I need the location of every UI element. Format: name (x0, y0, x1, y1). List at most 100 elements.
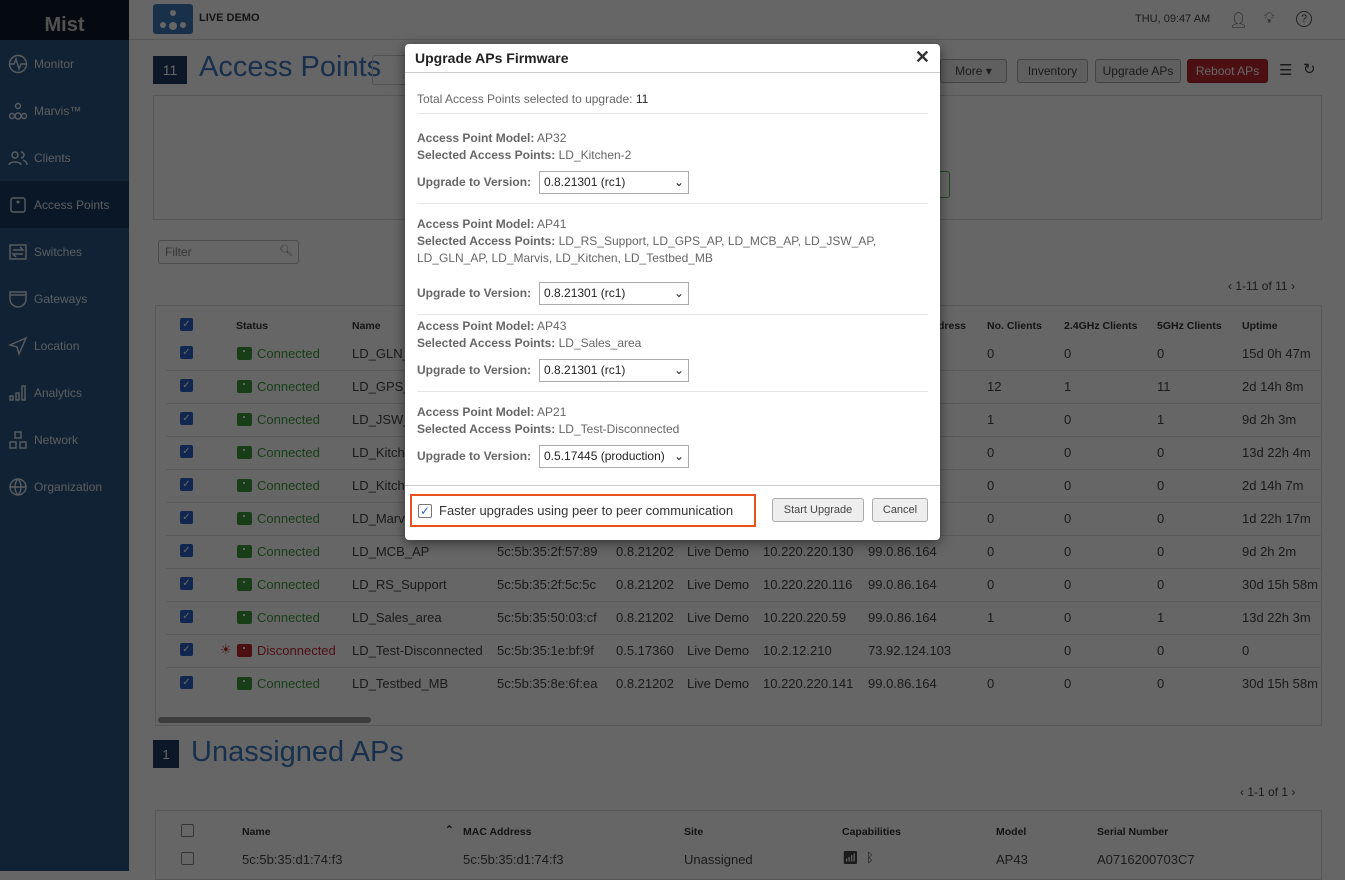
sidebar-item-switches[interactable]: Switches (0, 228, 129, 275)
ap-name[interactable]: LD_Testbed_MB (352, 676, 448, 691)
row-checkbox[interactable]: ✓ (180, 412, 193, 425)
sidebar-item-access-points[interactable]: Access Points (0, 181, 129, 228)
filter-input[interactable]: Filter 🔍︎ (158, 240, 299, 264)
clients-5ghz: 1 (1157, 412, 1165, 427)
column-settings-icon[interactable]: ☰ (1279, 61, 1292, 79)
datetime: THU, 09:47 AM (1135, 13, 1211, 25)
sidebar-item-analytics[interactable]: Analytics (0, 369, 129, 416)
select-all-checkbox[interactable]: ✓ (180, 318, 193, 331)
sidebar-item-location[interactable]: Location (0, 322, 129, 369)
row-checkbox[interactable]: ✓ (180, 643, 193, 656)
inventory-button[interactable]: Inventory (1017, 59, 1088, 83)
sidebar-item-marvis[interactable]: Marvis™ (0, 87, 129, 134)
horizontal-scrollbar[interactable] (158, 717, 371, 723)
ip-address: 10.2.12.210 (763, 643, 832, 658)
col-site[interactable]: Site (684, 826, 703, 838)
selected-aps-line: Selected Access Points: LD_Kitchen-2 (417, 147, 932, 164)
col-status[interactable]: Status (236, 320, 268, 332)
upgrade-aps-button[interactable]: Upgrade APs (1095, 59, 1181, 83)
divider (417, 113, 928, 114)
chevron-down-icon: ⌄ (673, 449, 684, 463)
network-icon (9, 430, 27, 449)
site-logo-icon[interactable] (153, 4, 193, 34)
clients-5ghz: 0 (1157, 577, 1165, 592)
ap-name[interactable]: LD_MCB_AP (352, 544, 429, 559)
external-ip: 99.0.86.164 (868, 610, 937, 625)
version-select[interactable]: 0.8.21301 (rc1) ⌄ (539, 171, 689, 194)
version-select[interactable]: 0.8.21301 (rc1) ⌄ (539, 359, 689, 382)
p2p-checkbox[interactable]: ✓ (418, 504, 432, 518)
ip-address: 10.220.220.59 (763, 610, 847, 625)
select-all-unassigned-checkbox[interactable] (181, 824, 194, 837)
row-checkbox[interactable]: ✓ (180, 379, 193, 392)
clients-5ghz: 0 (1157, 511, 1165, 526)
site-name[interactable]: LIVE DEMO (199, 12, 260, 24)
col-name[interactable]: Name (242, 826, 271, 838)
reboot-aps-button[interactable]: Reboot APs (1187, 59, 1268, 83)
lightbulb-icon[interactable]: 💡︎ (1264, 10, 1275, 27)
ap-pagination[interactable]: ‹ 1-11 of 11 › (1228, 279, 1295, 293)
sidebar: Mist Monitor Marvis™ Clients Access Points S… (0, 0, 129, 871)
col-name[interactable]: Name (352, 320, 381, 332)
row-checkbox[interactable]: ✓ (180, 346, 193, 359)
uptime: 15d 0h 47m (1242, 346, 1311, 361)
sidebar-item-organization[interactable]: Organization (0, 463, 129, 510)
p2p-label[interactable]: Faster upgrades using peer to peer commu… (439, 503, 733, 518)
sidebar-item-monitor[interactable]: Monitor (0, 40, 129, 87)
ip-address: 10.220.220.116 (763, 577, 853, 592)
ap-model-line: Access Point Model: AP41 (417, 216, 932, 233)
row-divider (166, 667, 1322, 668)
unassigned-count-badge: 1 (153, 740, 179, 768)
uptime: 30d 15h 58m (1242, 577, 1318, 592)
sort-icon[interactable]: ⌃ (445, 824, 454, 836)
row-checkbox[interactable]: ✓ (180, 511, 193, 524)
sidebar-item-label: Location (34, 338, 80, 353)
sidebar-item-gateways[interactable]: Gateways (0, 275, 129, 322)
more-dropdown[interactable]: More ▾ (940, 59, 1007, 83)
ip-address: 10.220.220.141 (763, 676, 854, 691)
sidebar-item-network[interactable]: Network (0, 416, 129, 463)
ap-name[interactable]: LD_RS_Support (352, 577, 447, 592)
row-checkbox[interactable]: ✓ (180, 577, 193, 590)
version-select[interactable]: 0.8.21301 (rc1) ⌄ (539, 282, 689, 305)
row-checkbox[interactable]: ✓ (180, 445, 193, 458)
help-icon[interactable]: ? (1296, 11, 1312, 27)
sidebar-item-clients[interactable]: Clients (0, 134, 129, 181)
client-count: 0 (987, 544, 995, 559)
sidebar-item-label: Gateways (34, 291, 88, 306)
modal-header: Upgrade APs Firmware ✕ (405, 44, 940, 73)
col-model[interactable]: Model (996, 826, 1026, 838)
version-select[interactable]: 0.5.17445 (production) ⌄ (539, 445, 689, 468)
firmware-version: 0.8.21202 (616, 577, 674, 592)
refresh-icon[interactable]: ↻ (1303, 60, 1316, 78)
start-upgrade-button[interactable]: Start Upgrade (772, 498, 864, 522)
cancel-button[interactable]: Cancel (872, 498, 928, 522)
row-checkbox[interactable]: ✓ (180, 676, 193, 689)
col-capabilities[interactable]: Capabilities (842, 826, 901, 838)
status-text: Connected (257, 412, 320, 427)
col-clients[interactable]: No. Clients (987, 320, 1042, 332)
row-divider (166, 634, 1322, 635)
row-checkbox[interactable]: ✓ (180, 610, 193, 623)
mac-address: 5c:5b:35:50:03:cf (497, 610, 597, 625)
col-24ghz-clients[interactable]: 2.4GHz Clients (1064, 320, 1138, 332)
col-serial[interactable]: Serial Number (1097, 826, 1168, 838)
version-label: Upgrade to Version: (417, 363, 532, 377)
status-badge: Connected (237, 610, 320, 625)
col-5ghz-clients[interactable]: 5GHz Clients (1157, 320, 1222, 332)
version-value: 0.8.21301 (rc1) (544, 286, 626, 300)
unassigned-pagination[interactable]: ‹ 1-1 of 1 › (1240, 785, 1295, 799)
col-mac[interactable]: MAC Address (463, 826, 531, 838)
selected-label: Selected Access Points: (417, 422, 556, 436)
version-label-wrap: Upgrade to Version: (417, 362, 531, 379)
col-uptime[interactable]: Uptime (1242, 320, 1278, 332)
unassigned-name[interactable]: 5c:5b:35:d1:74:f3 (242, 852, 342, 867)
close-icon[interactable]: ✕ (915, 47, 930, 68)
ap-name[interactable]: LD_Test-Disconnected (352, 643, 483, 658)
row-checkbox[interactable] (181, 852, 194, 865)
row-checkbox[interactable]: ✓ (180, 544, 193, 557)
row-checkbox[interactable]: ✓ (180, 478, 193, 491)
status-badge: Connected (237, 478, 320, 493)
ap-name[interactable]: LD_Sales_area (352, 610, 442, 625)
user-icon[interactable]: 👤︎ (1229, 11, 1248, 29)
